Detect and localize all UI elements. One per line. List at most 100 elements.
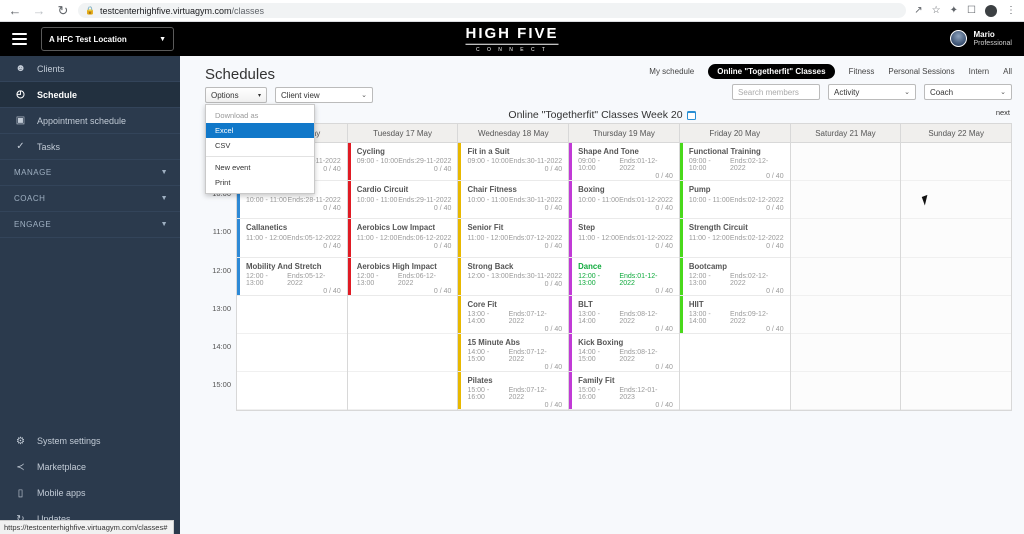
coach-filter-select[interactable]: Coach ⌄ (924, 84, 1012, 100)
tab-my-schedule[interactable]: My schedule (649, 67, 694, 76)
calendar-event[interactable]: Chair Fitness 10:00 - 11:00 Ends:30-11-202… (458, 181, 569, 220)
location-select[interactable]: A HFC Test Location ▼ (41, 27, 174, 51)
activity-filter-select[interactable]: Activity ⌄ (828, 84, 916, 100)
sidebar-item-clients[interactable]: ☻ Clients (0, 56, 180, 82)
calendar-icon[interactable] (686, 110, 696, 120)
event-title: Core Fit (467, 299, 497, 309)
sidebar-item-schedule[interactable]: ◴ Schedule (0, 82, 180, 108)
chevron-down-icon: ▼ (159, 35, 166, 43)
dropdown-item-print[interactable]: Print (206, 175, 314, 190)
user-menu[interactable]: Mario Professional (950, 30, 1012, 48)
calendar-event[interactable]: Callanetics 11:00 - 12:00 Ends:05-12-2022 0… (237, 219, 347, 258)
tab-personal-sessions[interactable]: Personal Sessions (888, 67, 954, 76)
empty-slot[interactable] (901, 258, 1012, 296)
star-icon[interactable]: ☆ (932, 5, 941, 16)
empty-slot[interactable] (347, 296, 458, 334)
sidebar-item-marketplace[interactable]: ≺ Marketplace (0, 454, 180, 480)
event-time: 09:00 - 10:00 (467, 158, 509, 166)
calendar-event[interactable]: Functional Training 09:00 - 10:00 Ends:02-… (679, 143, 790, 182)
tab-all[interactable]: All (1003, 67, 1012, 76)
kebab-menu-icon[interactable]: ⋮ (1006, 5, 1016, 16)
calendar-event[interactable]: Pump 10:00 - 11:00 Ends:02-12-2022 0 / 40 (679, 181, 790, 220)
calendar-event[interactable]: Fit in a Suit 09:00 - 10:00 Ends:30-11-202… (458, 143, 569, 182)
empty-slot[interactable] (901, 219, 1012, 258)
empty-slot[interactable] (347, 334, 458, 373)
empty-slot[interactable] (901, 181, 1012, 220)
calendar-event[interactable]: Family Fit 15:00 - 16:00 Ends:12-01-2023 0 … (569, 372, 679, 411)
empty-slot[interactable] (237, 372, 347, 411)
dropdown-item-new-event[interactable]: New event (206, 160, 314, 175)
hamburger-menu-icon[interactable] (12, 33, 27, 45)
sidebar-group-manage[interactable]: MANAGE ▼ (0, 160, 180, 186)
calendar-event[interactable]: Aerobics Low Impact 11:00 - 12:00 Ends:06-… (347, 219, 458, 258)
sidebar-item-system-settings[interactable]: ⚙ System settings (0, 428, 180, 454)
calendar-event[interactable]: Bootcamp 12:00 - 13:00 Ends:02-12-2022 0 / … (679, 258, 790, 296)
empty-slot[interactable] (679, 372, 790, 411)
address-bar[interactable]: 🔒 testcenterhighfive.virtuagym.com/class… (78, 3, 907, 18)
back-arrow-icon[interactable]: ← (8, 4, 22, 18)
event-end-date: Ends:07-12-2022 (508, 311, 547, 326)
tab-intern[interactable]: Intern (969, 67, 989, 76)
calendar-event[interactable]: Core Fit 13:00 - 14:00 Ends:07-12-2022 0 / … (458, 296, 569, 334)
next-week-link[interactable]: next (996, 108, 1010, 117)
dropdown-item-excel[interactable]: Excel (206, 123, 314, 138)
calendar-event[interactable]: Senior Fit 11:00 - 12:00 Ends:07-12-2022 0 … (458, 219, 569, 258)
calendar-event[interactable]: Boxing 10:00 - 11:00 Ends:01-12-2022 0 / 40 (569, 181, 679, 220)
share-icon[interactable]: ↗ (914, 5, 922, 16)
dropdown-item-csv[interactable]: CSV (206, 138, 314, 153)
calendar-event[interactable]: Pilates 15:00 - 16:00 Ends:07-12-2022 0 / 4… (458, 372, 569, 411)
empty-slot[interactable] (790, 258, 901, 296)
tab-online-togetherfit-classes[interactable]: Online "Togetherfit" Classes (708, 64, 835, 79)
calendar-event[interactable]: Mobility And Stretch 12:00 - 13:00 Ends:05… (237, 258, 347, 296)
event-capacity: 0 / 40 (544, 166, 563, 174)
empty-slot[interactable] (790, 219, 901, 258)
profile-avatar-icon[interactable] (985, 4, 997, 17)
empty-slot[interactable] (901, 143, 1012, 182)
empty-slot[interactable] (347, 372, 458, 411)
empty-slot[interactable] (790, 296, 901, 334)
empty-slot[interactable] (901, 372, 1012, 411)
calendar-event[interactable]: Aerobics High Impact 12:00 - 13:00 Ends:06… (347, 258, 458, 296)
event-end-date: Ends:06-12-2022 (397, 272, 437, 287)
side-panel-icon[interactable]: ☐ (967, 5, 976, 16)
calendar-event[interactable]: Dance 12:00 - 13:00 Ends:01-12-2022 0 / 40 (569, 258, 679, 296)
event-time: 12:00 - 13:00 (688, 272, 711, 287)
search-members-input[interactable]: Search members (732, 84, 820, 100)
sidebar-item-tasks[interactable]: ✓ Tasks (0, 134, 180, 160)
event-title: Family Fit (578, 376, 615, 386)
calendar-event[interactable]: Kick Boxing 14:00 - 15:00 Ends:08-12-2022 0… (569, 334, 679, 373)
empty-slot[interactable] (237, 296, 347, 334)
empty-slot[interactable] (790, 143, 901, 182)
reload-icon[interactable]: ↻ (56, 4, 70, 18)
sidebar-group-coach[interactable]: COACH ▼ (0, 186, 180, 212)
tab-fitness[interactable]: Fitness (849, 67, 875, 76)
calendar-event[interactable]: HIIT 13:00 - 14:00 Ends:09-12-2022 0 / 40 (679, 296, 790, 334)
brand-logo-title: HIGH FIVE (465, 25, 559, 45)
empty-slot[interactable] (901, 296, 1012, 334)
calendar-event[interactable]: Strength Circuit 11:00 - 12:00 Ends:02-12-… (679, 219, 790, 258)
forward-arrow-icon[interactable]: → (32, 4, 46, 18)
event-capacity: 0 / 40 (323, 287, 341, 295)
calendar-event[interactable]: 15 Minute Abs 14:00 - 15:00 Ends:07-12-202… (458, 334, 569, 373)
empty-slot[interactable] (790, 372, 901, 411)
options-button[interactable]: Options ▾ (205, 87, 267, 103)
puzzle-icon[interactable]: ✦ (950, 5, 958, 16)
sidebar-item-appointment-schedule[interactable]: ▣ Appointment schedule (0, 108, 180, 134)
calendar-event[interactable]: Strong Back 12:00 - 13:00 Ends:30-11-2022 0… (458, 258, 569, 296)
sidebar-item-mobile-apps[interactable]: ▯ Mobile apps (0, 480, 180, 506)
event-end-date: Ends:08-12-2022 (619, 349, 658, 364)
empty-slot[interactable] (679, 334, 790, 373)
empty-slot[interactable] (790, 181, 901, 220)
empty-slot[interactable] (790, 334, 901, 373)
calendar-event[interactable]: Cardio Circuit 10:00 - 11:00 Ends:29-11-20… (347, 181, 458, 220)
time-label: 11:00 (212, 227, 231, 237)
calendar-event[interactable]: Step 11:00 - 12:00 Ends:01-12-2022 0 / 40 (569, 219, 679, 258)
calendar-event[interactable]: Shape And Tone 09:00 - 10:00 Ends:01-12-20… (569, 143, 679, 182)
calendar-event[interactable]: Cycling 09:00 - 10:00 Ends:29-11-2022 0 / 4… (347, 143, 458, 182)
empty-slot[interactable] (237, 334, 347, 373)
empty-slot[interactable] (901, 334, 1012, 373)
calendar-event[interactable]: BLT 13:00 - 14:00 Ends:08-12-2022 0 / 40 (569, 296, 679, 334)
sidebar-group-engage[interactable]: ENGAGE ▼ (0, 212, 180, 238)
options-dropdown-menu[interactable]: Download as Excel CSV New event Print (205, 104, 315, 194)
view-select[interactable]: Client view ⌄ (275, 87, 373, 103)
